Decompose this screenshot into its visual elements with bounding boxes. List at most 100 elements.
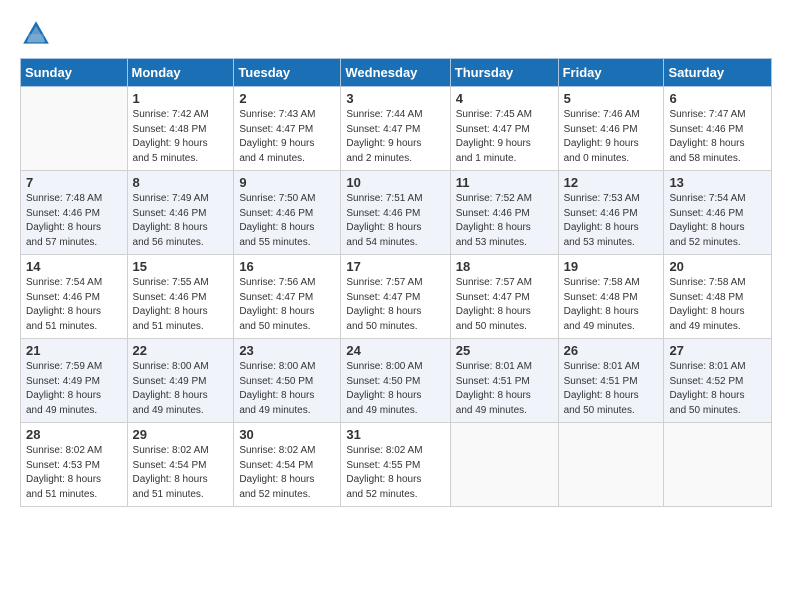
weekday-tuesday: Tuesday xyxy=(234,59,341,87)
page: SundayMondayTuesdayWednesdayThursdayFrid… xyxy=(0,0,792,612)
day-info: Sunrise: 7:46 AM Sunset: 4:46 PM Dayligh… xyxy=(564,108,659,166)
day-number: 20 xyxy=(669,259,766,274)
day-info: Sunrise: 7:51 AM Sunset: 4:46 PM Dayligh… xyxy=(346,192,444,250)
calendar-cell: 18Sunrise: 7:57 AM Sunset: 4:47 PM Dayli… xyxy=(450,255,558,339)
day-number: 30 xyxy=(239,427,335,442)
calendar-cell: 13Sunrise: 7:54 AM Sunset: 4:46 PM Dayli… xyxy=(664,171,772,255)
calendar-cell: 4 Sunrise: 7:45 AM Sunset: 4:47 PM Daylig… xyxy=(450,87,558,171)
calendar-cell: 27 Sunrise: 8:01 AM Sunset: 4:52 PM Dayli… xyxy=(664,339,772,423)
day-number: 4 xyxy=(456,91,553,106)
calendar-cell: 30 Sunrise: 8:02 AM Sunset: 4:54 PM Dayli… xyxy=(234,423,341,507)
calendar-cell xyxy=(558,423,664,507)
day-info: Sunrise: 7:54 AM Sunset: 4:46 PM Dayligh… xyxy=(26,276,122,334)
day-number: 27 xyxy=(669,343,766,358)
header xyxy=(20,18,772,50)
calendar-cell: 28Sunrise: 8:02 AM Sunset: 4:53 PM Dayli… xyxy=(21,423,128,507)
calendar-table: SundayMondayTuesdayWednesdayThursdayFrid… xyxy=(20,58,772,507)
calendar-cell: 29 Sunrise: 8:02 AM Sunset: 4:54 PM Dayli… xyxy=(127,423,234,507)
week-row-1: 1Sunrise: 7:42 AM Sunset: 4:48 PM Daylig… xyxy=(21,87,772,171)
calendar-cell xyxy=(664,423,772,507)
logo xyxy=(20,18,56,50)
day-info: Sunrise: 7:50 AM Sunset: 4:46 PM Dayligh… xyxy=(239,192,335,250)
day-info: Sunrise: 8:00 AM Sunset: 4:50 PM Dayligh… xyxy=(346,360,444,418)
day-number: 13 xyxy=(669,175,766,190)
day-number: 21 xyxy=(26,343,122,358)
day-number: 22 xyxy=(133,343,229,358)
day-info: Sunrise: 7:45 AM Sunset: 4:47 PM Dayligh… xyxy=(456,108,553,166)
week-row-5: 28Sunrise: 8:02 AM Sunset: 4:53 PM Dayli… xyxy=(21,423,772,507)
day-info: Sunrise: 8:01 AM Sunset: 4:52 PM Dayligh… xyxy=(669,360,766,418)
calendar-cell: 21Sunrise: 7:59 AM Sunset: 4:49 PM Dayli… xyxy=(21,339,128,423)
day-number: 31 xyxy=(346,427,444,442)
weekday-wednesday: Wednesday xyxy=(341,59,450,87)
day-number: 14 xyxy=(26,259,122,274)
day-number: 29 xyxy=(133,427,229,442)
day-number: 2 xyxy=(239,91,335,106)
day-info: Sunrise: 8:01 AM Sunset: 4:51 PM Dayligh… xyxy=(456,360,553,418)
day-info: Sunrise: 7:56 AM Sunset: 4:47 PM Dayligh… xyxy=(239,276,335,334)
calendar-cell: 19Sunrise: 7:58 AM Sunset: 4:48 PM Dayli… xyxy=(558,255,664,339)
day-info: Sunrise: 7:55 AM Sunset: 4:46 PM Dayligh… xyxy=(133,276,229,334)
day-info: Sunrise: 7:58 AM Sunset: 4:48 PM Dayligh… xyxy=(669,276,766,334)
calendar-cell: 1Sunrise: 7:42 AM Sunset: 4:48 PM Daylig… xyxy=(127,87,234,171)
day-number: 24 xyxy=(346,343,444,358)
day-number: 26 xyxy=(564,343,659,358)
day-info: Sunrise: 7:53 AM Sunset: 4:46 PM Dayligh… xyxy=(564,192,659,250)
calendar-cell: 14 Sunrise: 7:54 AM Sunset: 4:46 PM Dayli… xyxy=(21,255,128,339)
calendar-cell: 3Sunrise: 7:44 AM Sunset: 4:47 PM Daylig… xyxy=(341,87,450,171)
weekday-monday: Monday xyxy=(127,59,234,87)
calendar-cell: 16 Sunrise: 7:56 AM Sunset: 4:47 PM Dayli… xyxy=(234,255,341,339)
day-number: 9 xyxy=(239,175,335,190)
weekday-thursday: Thursday xyxy=(450,59,558,87)
day-number: 1 xyxy=(133,91,229,106)
day-info: Sunrise: 7:48 AM Sunset: 4:46 PM Dayligh… xyxy=(26,192,122,250)
day-info: Sunrise: 7:57 AM Sunset: 4:47 PM Dayligh… xyxy=(346,276,444,334)
day-number: 7 xyxy=(26,175,122,190)
weekday-header-row: SundayMondayTuesdayWednesdayThursdayFrid… xyxy=(21,59,772,87)
week-row-3: 14 Sunrise: 7:54 AM Sunset: 4:46 PM Dayli… xyxy=(21,255,772,339)
calendar-cell: 8Sunrise: 7:49 AM Sunset: 4:46 PM Daylig… xyxy=(127,171,234,255)
calendar-cell: 24 Sunrise: 8:00 AM Sunset: 4:50 PM Dayli… xyxy=(341,339,450,423)
day-number: 16 xyxy=(239,259,335,274)
weekday-saturday: Saturday xyxy=(664,59,772,87)
calendar-cell xyxy=(21,87,128,171)
day-number: 25 xyxy=(456,343,553,358)
day-number: 12 xyxy=(564,175,659,190)
day-info: Sunrise: 8:00 AM Sunset: 4:50 PM Dayligh… xyxy=(239,360,335,418)
calendar-cell: 17 Sunrise: 7:57 AM Sunset: 4:47 PM Dayli… xyxy=(341,255,450,339)
day-info: Sunrise: 7:49 AM Sunset: 4:46 PM Dayligh… xyxy=(133,192,229,250)
day-number: 15 xyxy=(133,259,229,274)
calendar-cell: 7 Sunrise: 7:48 AM Sunset: 4:46 PM Daylig… xyxy=(21,171,128,255)
calendar-cell: 31Sunrise: 8:02 AM Sunset: 4:55 PM Dayli… xyxy=(341,423,450,507)
week-row-4: 21Sunrise: 7:59 AM Sunset: 4:49 PM Dayli… xyxy=(21,339,772,423)
day-info: Sunrise: 8:02 AM Sunset: 4:54 PM Dayligh… xyxy=(133,444,229,502)
calendar-cell xyxy=(450,423,558,507)
day-number: 19 xyxy=(564,259,659,274)
week-row-2: 7 Sunrise: 7:48 AM Sunset: 4:46 PM Daylig… xyxy=(21,171,772,255)
day-info: Sunrise: 8:02 AM Sunset: 4:53 PM Dayligh… xyxy=(26,444,122,502)
day-info: Sunrise: 8:02 AM Sunset: 4:54 PM Dayligh… xyxy=(239,444,335,502)
day-number: 10 xyxy=(346,175,444,190)
day-info: Sunrise: 7:44 AM Sunset: 4:47 PM Dayligh… xyxy=(346,108,444,166)
calendar-cell: 23 Sunrise: 8:00 AM Sunset: 4:50 PM Dayli… xyxy=(234,339,341,423)
day-number: 18 xyxy=(456,259,553,274)
logo-icon xyxy=(20,18,52,50)
day-number: 11 xyxy=(456,175,553,190)
day-info: Sunrise: 8:01 AM Sunset: 4:51 PM Dayligh… xyxy=(564,360,659,418)
calendar-cell: 2Sunrise: 7:43 AM Sunset: 4:47 PM Daylig… xyxy=(234,87,341,171)
calendar-cell: 10 Sunrise: 7:51 AM Sunset: 4:46 PM Dayli… xyxy=(341,171,450,255)
calendar-cell: 12 Sunrise: 7:53 AM Sunset: 4:46 PM Dayli… xyxy=(558,171,664,255)
calendar-cell: 11 Sunrise: 7:52 AM Sunset: 4:46 PM Dayli… xyxy=(450,171,558,255)
calendar-cell: 5Sunrise: 7:46 AM Sunset: 4:46 PM Daylig… xyxy=(558,87,664,171)
calendar-cell: 26 Sunrise: 8:01 AM Sunset: 4:51 PM Dayli… xyxy=(558,339,664,423)
calendar-cell: 20 Sunrise: 7:58 AM Sunset: 4:48 PM Dayli… xyxy=(664,255,772,339)
calendar-cell: 6Sunrise: 7:47 AM Sunset: 4:46 PM Daylig… xyxy=(664,87,772,171)
day-info: Sunrise: 7:52 AM Sunset: 4:46 PM Dayligh… xyxy=(456,192,553,250)
calendar-cell: 22 Sunrise: 8:00 AM Sunset: 4:49 PM Dayli… xyxy=(127,339,234,423)
day-number: 23 xyxy=(239,343,335,358)
day-number: 17 xyxy=(346,259,444,274)
calendar-cell: 15 Sunrise: 7:55 AM Sunset: 4:46 PM Dayli… xyxy=(127,255,234,339)
day-info: Sunrise: 8:00 AM Sunset: 4:49 PM Dayligh… xyxy=(133,360,229,418)
calendar-cell: 25 Sunrise: 8:01 AM Sunset: 4:51 PM Dayli… xyxy=(450,339,558,423)
weekday-sunday: Sunday xyxy=(21,59,128,87)
